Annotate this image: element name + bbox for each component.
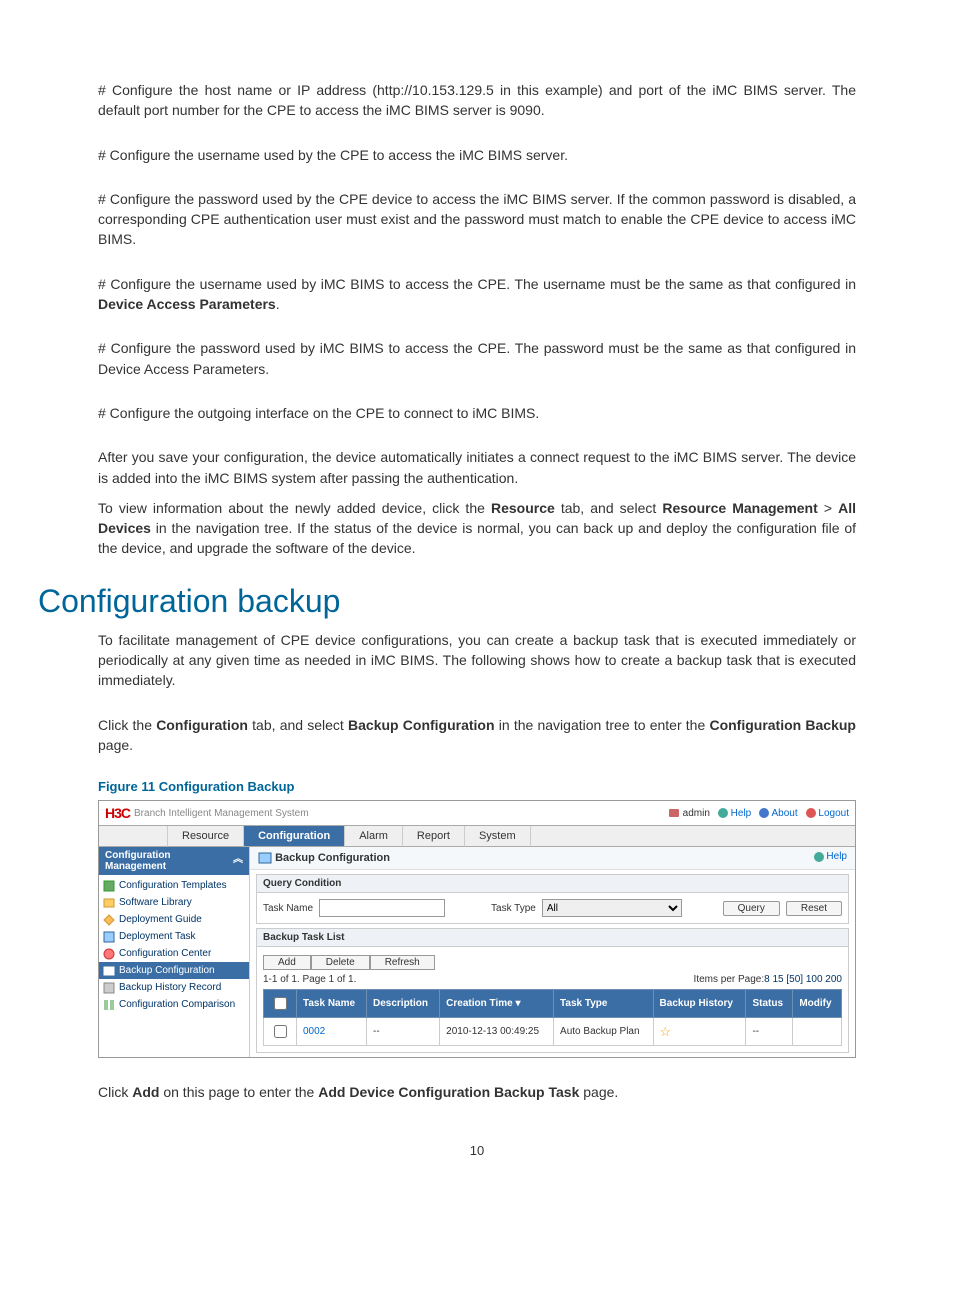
template-icon (103, 880, 115, 892)
compare-icon (103, 999, 115, 1011)
main-panel: Backup Configuration Help Query Conditio… (250, 847, 855, 1057)
sidebar-title: Configuration Management (105, 850, 233, 872)
taskname-input[interactable] (319, 899, 445, 917)
figure-caption: Figure 11 Configuration Backup (98, 779, 856, 794)
paragraph: To facilitate management of CPE device c… (98, 630, 856, 691)
paragraph: # Configure the username used by the CPE… (98, 145, 856, 165)
paragraph: # Configure the password used by the CPE… (98, 189, 856, 250)
col-modify[interactable]: Modify (793, 990, 842, 1018)
logo-h3c: H3C (105, 805, 130, 821)
query-condition-box: Query Condition Task Name Task Type All … (256, 874, 849, 924)
query-condition-title: Query Condition (257, 875, 848, 893)
sidebar-item-backup-history-record[interactable]: Backup History Record (99, 979, 249, 996)
cell-task-name[interactable]: 0002 (297, 1018, 367, 1046)
pager-info: 1-1 of 1. Page 1 of 1. (263, 974, 356, 985)
sidebar-item-configuration-comparison[interactable]: Configuration Comparison (99, 996, 249, 1013)
paragraph: # Configure the host name or IP address … (98, 80, 856, 121)
reset-button[interactable]: Reset (786, 901, 842, 916)
sidebar-item-configuration-center[interactable]: Configuration Center (99, 945, 249, 962)
col-task-type[interactable]: Task Type (554, 990, 654, 1018)
history-icon (103, 982, 115, 994)
tab-system[interactable]: System (465, 826, 531, 847)
paragraph: Click the Configuration tab, and select … (98, 715, 856, 756)
row-checkbox[interactable] (274, 1025, 287, 1038)
backup-task-list-title: Backup Task List (257, 929, 848, 947)
sidebar-item-deployment-guide[interactable]: Deployment Guide (99, 911, 249, 928)
tasktype-select[interactable]: All (542, 899, 682, 917)
about-link[interactable]: About (759, 808, 797, 819)
page-number: 10 (98, 1143, 856, 1158)
guide-icon (103, 914, 115, 926)
backup-task-list-box: Backup Task List Add Delete Refresh 1-1 … (256, 928, 849, 1053)
paragraph: # Configure the password used by iMC BIM… (98, 338, 856, 379)
cell-task-type: Auto Backup Plan (554, 1018, 654, 1046)
paragraph: # Configure the outgoing interface on th… (98, 403, 856, 423)
tab-alarm[interactable]: Alarm (345, 826, 403, 847)
tab-resource[interactable]: Resource (168, 826, 244, 847)
sidebar-item-software-library[interactable]: Software Library (99, 894, 249, 911)
user-icon (668, 808, 680, 818)
sidebar-item-configuration-templates[interactable]: Configuration Templates (99, 877, 249, 894)
paragraph: To view information about the newly adde… (98, 498, 856, 559)
info-icon (759, 808, 769, 818)
task-table: Task Name Description Creation Time ▾ Ta… (263, 989, 842, 1046)
col-creation-time[interactable]: Creation Time ▾ (440, 990, 554, 1018)
select-all-checkbox[interactable] (274, 997, 287, 1010)
items-per-page[interactable]: Items per Page:8 15 [50] 100 200 (694, 974, 842, 985)
center-icon (103, 948, 115, 960)
library-icon (103, 897, 115, 909)
taskname-label: Task Name (263, 903, 313, 914)
table-row: 0002 -- 2010-12-13 00:49:25 Auto Backup … (264, 1018, 842, 1046)
col-task-name[interactable]: Task Name (297, 990, 367, 1018)
user-label: admin (668, 808, 710, 819)
star-icon[interactable]: ☆ (660, 1024, 672, 1039)
cell-creation-time: 2010-12-13 00:49:25 (440, 1018, 554, 1046)
add-button[interactable]: Add (263, 955, 311, 970)
cell-status: -- (746, 1018, 793, 1046)
col-backup-history[interactable]: Backup History (653, 990, 746, 1018)
sidebar: Configuration Management ︽ Configuration… (99, 847, 250, 1057)
logout-link[interactable]: Logout (806, 808, 849, 819)
col-description[interactable]: Description (367, 990, 440, 1018)
paragraph: # Configure the username used by iMC BIM… (98, 274, 856, 315)
paragraph: After you save your configuration, the d… (98, 447, 856, 488)
sidebar-item-deployment-task[interactable]: Deployment Task (99, 928, 249, 945)
tab-configuration[interactable]: Configuration (244, 826, 345, 847)
backup-config-icon (258, 851, 272, 865)
heading-configuration-backup: Configuration backup (38, 583, 856, 620)
refresh-button[interactable]: Refresh (370, 955, 435, 970)
help-link[interactable]: Help (718, 808, 751, 819)
cell-description: -- (367, 1018, 440, 1046)
tab-report[interactable]: Report (403, 826, 465, 847)
help-icon (814, 852, 824, 862)
panel-help-link[interactable]: Help (814, 851, 847, 865)
collapse-icon[interactable]: ︽ (233, 850, 243, 872)
backup-icon (103, 965, 115, 977)
screenshot-backup-configuration: H3C Branch Intelligent Management System… (98, 800, 856, 1058)
help-icon (718, 808, 728, 818)
main-tabs: Resource Configuration Alarm Report Syst… (99, 825, 855, 847)
query-button[interactable]: Query (723, 901, 780, 916)
task-icon (103, 931, 115, 943)
col-status[interactable]: Status (746, 990, 793, 1018)
cell-modify[interactable] (793, 1018, 842, 1046)
logout-icon (806, 808, 816, 818)
tasktype-label: Task Type (491, 903, 536, 914)
paragraph: Click Add on this page to enter the Add … (98, 1082, 856, 1102)
cell-backup-history[interactable]: ☆ (653, 1018, 746, 1046)
page-title: Backup Configuration (275, 852, 390, 864)
sidebar-item-backup-configuration[interactable]: Backup Configuration (99, 962, 249, 979)
delete-button[interactable]: Delete (311, 955, 370, 970)
logo-subtitle: Branch Intelligent Management System (134, 808, 309, 819)
